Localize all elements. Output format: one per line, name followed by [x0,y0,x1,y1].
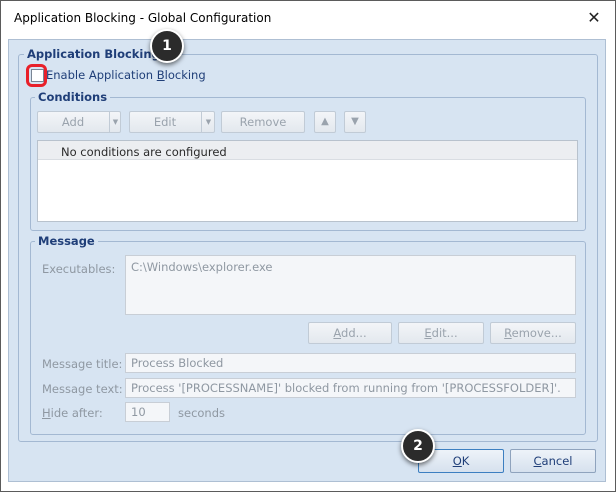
empty-conditions-text: No conditions are configured [61,145,227,159]
message-text-label: Message text: [42,382,123,396]
message-title-field[interactable]: Process Blocked [125,353,576,373]
message-text-field[interactable]: Process '[PROCESSNAME]' blocked from run… [125,378,576,398]
message-legend: Message [35,234,98,248]
close-button[interactable]: ✕ [582,7,606,29]
hide-after-unit: seconds [178,406,226,420]
enable-application-blocking-label[interactable]: Enable Application Blocking [46,68,206,82]
move-down-button[interactable]: ▼ [344,111,366,133]
arrow-up-icon: ▲ [321,116,329,127]
executables-label: Executables: [42,262,116,276]
step-marker-2: 2 [401,429,435,463]
executable-item: C:\Windows\explorer.exe [131,260,273,274]
step-marker-1: 1 [150,29,184,63]
arrow-down-icon: ▼ [351,116,359,127]
edit-executable-button[interactable]: Edit... [398,322,484,344]
enable-application-blocking-checkbox[interactable] [31,69,44,82]
remove-condition-button[interactable]: Remove [221,111,305,133]
add-dropdown-icon[interactable]: ▼ [109,112,121,132]
edit-dropdown-icon[interactable]: ▼ [201,112,215,132]
hide-after-field[interactable]: 10 [125,402,170,422]
remove-executable-button[interactable]: Remove... [490,322,576,344]
close-icon: ✕ [587,8,601,27]
message-title-label: Message title: [42,357,123,371]
move-up-button[interactable]: ▲ [314,111,336,133]
conditions-legend: Conditions [35,90,111,104]
add-condition-label: Add [61,115,85,129]
cancel-button[interactable]: Cancel [510,449,596,473]
add-executable-button[interactable]: Add... [308,322,392,344]
edit-condition-label: Edit [153,115,177,129]
application-blocking-legend: Application Blocking [24,47,163,61]
hide-after-label: Hide after: [42,406,103,420]
window-title: Application Blocking - Global Configurat… [14,11,272,25]
